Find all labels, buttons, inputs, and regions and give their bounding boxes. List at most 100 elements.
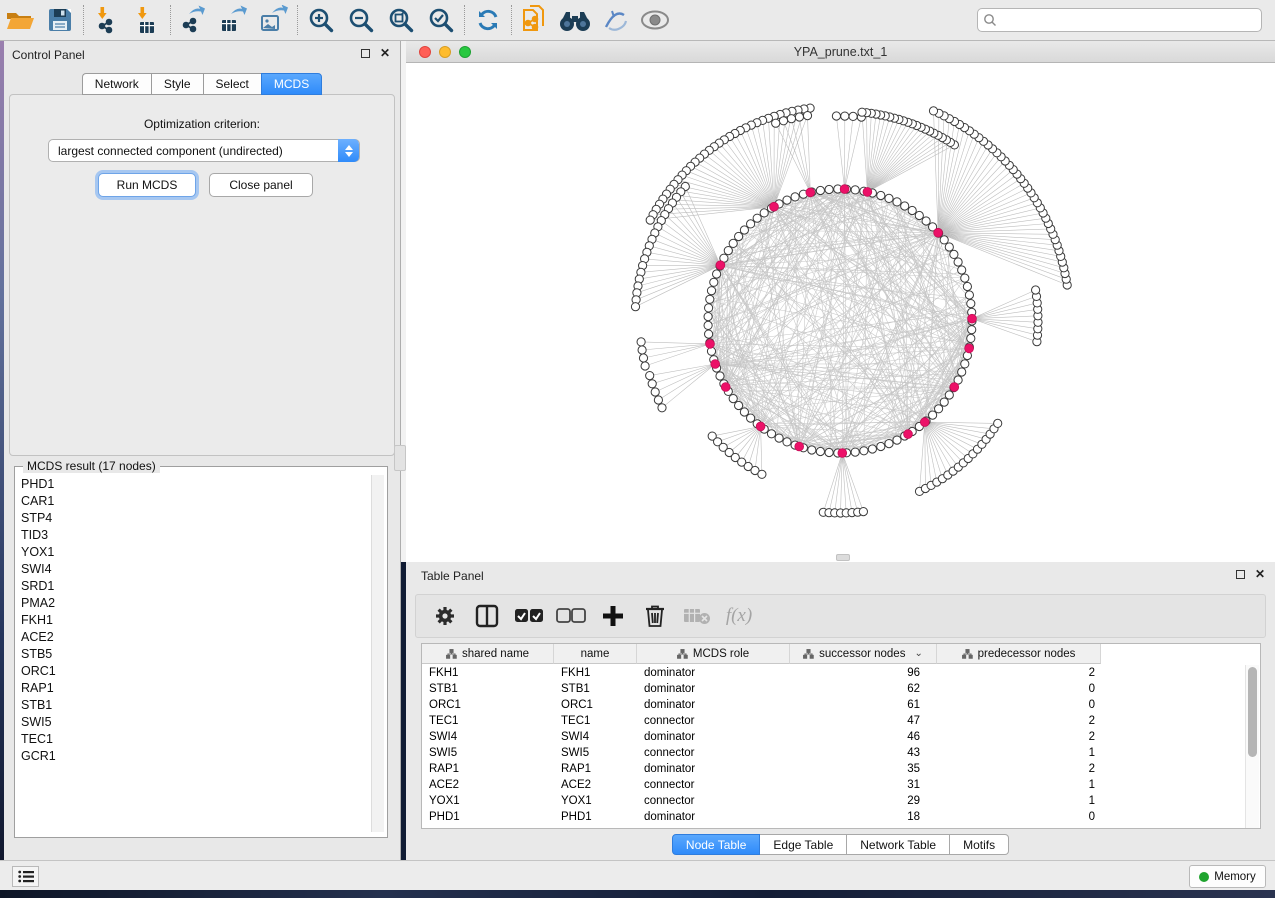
tab-motifs[interactable]: Motifs: [950, 834, 1009, 855]
cell-predecessor-nodes: 2: [937, 731, 1101, 743]
zoom-in-icon[interactable]: [301, 4, 341, 36]
cell-predecessor-nodes: 2: [937, 763, 1101, 775]
mcds-result-item[interactable]: ORC1: [16, 662, 368, 679]
cell-name: YOX1: [554, 795, 637, 807]
float-panel-icon[interactable]: [361, 49, 370, 58]
cell-successor-nodes: 61: [790, 699, 937, 711]
mcds-result-item[interactable]: TEC1: [16, 730, 368, 747]
refresh-icon[interactable]: [468, 4, 508, 36]
column-header-name[interactable]: name: [554, 644, 637, 664]
cell-name: RAP1: [554, 763, 637, 775]
deselect-all-icon[interactable]: [552, 599, 590, 633]
mcds-result-item[interactable]: FKH1: [16, 611, 368, 628]
table-scrollbar[interactable]: [1245, 665, 1259, 828]
zoom-out-icon[interactable]: [341, 4, 381, 36]
control-panel-tabs: NetworkStyleSelectMCDS: [4, 73, 400, 95]
optimization-criterion-label: Optimization criterion:: [10, 117, 394, 131]
zoom-selected-icon[interactable]: [421, 4, 461, 36]
close-panel-icon[interactable]: ✕: [380, 48, 390, 58]
mcds-result-item[interactable]: SRD1: [16, 577, 368, 594]
mcds-result-item[interactable]: STB5: [16, 645, 368, 662]
function-builder-icon: f(x): [720, 599, 758, 633]
search-input[interactable]: [977, 8, 1262, 32]
table-settings-icon[interactable]: [426, 599, 464, 633]
tab-style[interactable]: Style: [151, 73, 203, 95]
import-table-icon[interactable]: [127, 4, 167, 36]
table-row[interactable]: RAP1RAP1dominator352: [422, 761, 1260, 777]
import-network-icon[interactable]: [87, 4, 127, 36]
cell-successor-nodes: 18: [790, 811, 937, 823]
export-image-icon[interactable]: [254, 4, 294, 36]
share-document-icon[interactable]: [515, 4, 555, 36]
mcds-result-group: MCDS result (17 nodes) PHD1CAR1STP4TID3Y…: [14, 466, 388, 838]
tab-edge-table[interactable]: Edge Table: [760, 834, 847, 855]
close-panel-button[interactable]: Close panel: [209, 173, 313, 197]
show-eye-icon[interactable]: [635, 4, 675, 36]
mcds-result-item[interactable]: PHD1: [16, 475, 368, 492]
table-row[interactable]: ACE2ACE2connector311: [422, 777, 1260, 793]
mcds-result-item[interactable]: SWI5: [16, 713, 368, 730]
zoom-fit-icon[interactable]: [381, 4, 421, 36]
table-row[interactable]: YOX1YOX1connector291: [422, 793, 1260, 809]
select-all-icon[interactable]: [510, 599, 548, 633]
tab-network-table[interactable]: Network Table: [847, 834, 950, 855]
table-row[interactable]: STB1STB1dominator620: [422, 681, 1260, 697]
delete-column-icon[interactable]: [636, 599, 674, 633]
add-column-icon[interactable]: [594, 599, 632, 633]
cell-name: FKH1: [554, 667, 637, 679]
horizontal-splitter-grip[interactable]: [836, 554, 850, 561]
table-scrollbar-thumb[interactable]: [1248, 667, 1257, 757]
run-mcds-button[interactable]: Run MCDS: [98, 173, 196, 197]
mcds-result-item[interactable]: RAP1: [16, 679, 368, 696]
splitter-grip[interactable]: [394, 445, 406, 471]
table-row[interactable]: PHD1PHD1dominator180: [422, 809, 1260, 825]
table-row[interactable]: FKH1FKH1dominator962: [422, 665, 1260, 681]
search-network-icon[interactable]: [555, 4, 595, 36]
optimization-criterion-select[interactable]: largest connected component (undirected): [48, 139, 360, 162]
column-header-MCDS-role[interactable]: MCDS role: [637, 644, 790, 664]
mcds-result-item[interactable]: GCR1: [16, 747, 368, 764]
toolbar-separator: [297, 5, 298, 35]
close-table-panel-icon[interactable]: ✕: [1255, 569, 1265, 579]
tab-network[interactable]: Network: [82, 73, 151, 95]
network-graph[interactable]: [406, 63, 1275, 562]
cell-successor-nodes: 62: [790, 683, 937, 695]
mcds-result-scrollbar[interactable]: [371, 475, 384, 832]
table-row[interactable]: ORC1ORC1dominator610: [422, 697, 1260, 713]
mcds-result-item[interactable]: STB1: [16, 696, 368, 713]
cell-name: SWI4: [554, 731, 637, 743]
tab-select[interactable]: Select: [203, 73, 261, 95]
export-network-icon[interactable]: [174, 4, 214, 36]
mcds-result-item[interactable]: STP4: [16, 509, 368, 526]
table-row[interactable]: SWI5SWI5connector431: [422, 745, 1260, 761]
memory-button[interactable]: Memory: [1189, 865, 1266, 888]
export-table-icon[interactable]: [214, 4, 254, 36]
task-history-button[interactable]: [12, 866, 39, 887]
cell-shared-name: SWI5: [422, 747, 554, 759]
network-view-canvas[interactable]: [406, 63, 1275, 562]
mcds-result-item[interactable]: YOX1: [16, 543, 368, 560]
hide-glasses-icon[interactable]: [595, 4, 635, 36]
cell-shared-name: TEC1: [422, 715, 554, 727]
column-header-shared-name[interactable]: shared name: [422, 644, 554, 664]
tab-mcds[interactable]: MCDS: [261, 73, 322, 95]
mcds-result-list[interactable]: PHD1CAR1STP4TID3YOX1SWI4SRD1PMA2FKH1ACE2…: [16, 475, 368, 831]
mcds-result-item[interactable]: TID3: [16, 526, 368, 543]
network-window-titlebar[interactable]: YPA_prune.txt_1: [406, 41, 1275, 63]
open-file-icon[interactable]: [0, 4, 40, 36]
cell-successor-nodes: 35: [790, 763, 937, 775]
column-header-successor-nodes[interactable]: successor nodes⌄: [790, 644, 937, 664]
cell-predecessor-nodes: 0: [937, 699, 1101, 711]
mcds-result-item[interactable]: SWI4: [16, 560, 368, 577]
save-session-icon[interactable]: [40, 4, 80, 36]
float-table-panel-icon[interactable]: [1236, 570, 1245, 579]
table-row[interactable]: TEC1TEC1connector472: [422, 713, 1260, 729]
mcds-result-item[interactable]: ACE2: [16, 628, 368, 645]
mcds-result-item[interactable]: CAR1: [16, 492, 368, 509]
cell-shared-name: YOX1: [422, 795, 554, 807]
table-row[interactable]: SWI4SWI4dominator462: [422, 729, 1260, 745]
mcds-result-item[interactable]: PMA2: [16, 594, 368, 611]
tab-node-table[interactable]: Node Table: [672, 834, 761, 855]
column-header-predecessor-nodes[interactable]: predecessor nodes: [937, 644, 1101, 664]
column-panel-icon[interactable]: [468, 599, 506, 633]
